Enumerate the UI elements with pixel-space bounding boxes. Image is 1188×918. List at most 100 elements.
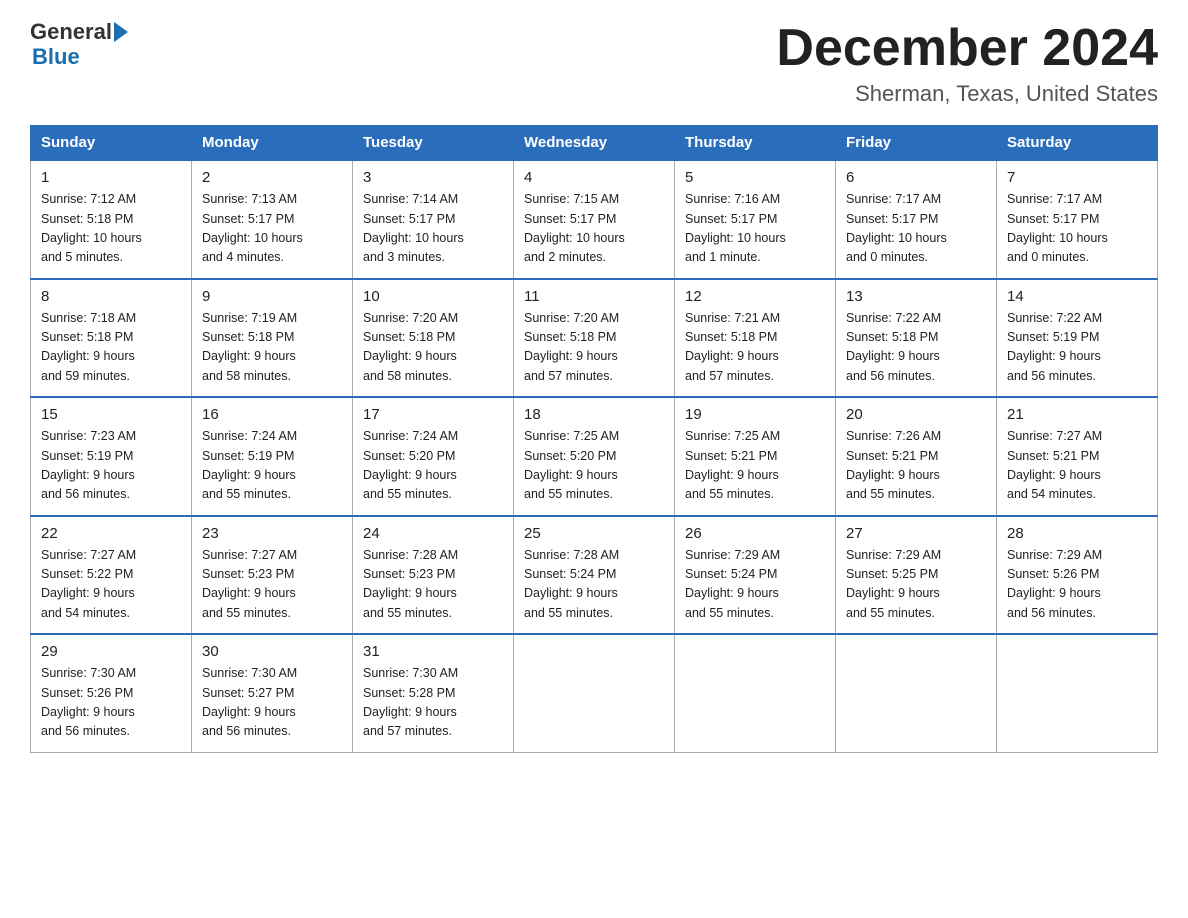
day-number: 12 bbox=[685, 288, 825, 305]
day-number: 31 bbox=[363, 643, 503, 660]
calendar-cell bbox=[514, 634, 675, 752]
day-info: Sunrise: 7:12 AM Sunset: 5:18 PM Dayligh… bbox=[41, 190, 181, 268]
calendar-cell: 17 Sunrise: 7:24 AM Sunset: 5:20 PM Dayli… bbox=[353, 397, 514, 516]
day-number: 11 bbox=[524, 288, 664, 305]
day-number: 16 bbox=[202, 406, 342, 423]
day-info: Sunrise: 7:23 AM Sunset: 5:19 PM Dayligh… bbox=[41, 427, 181, 505]
calendar-cell: 7Sunrise: 7:17 AM Sunset: 5:17 PM Daylig… bbox=[997, 160, 1158, 279]
calendar-cell: 19 Sunrise: 7:25 AM Sunset: 5:21 PM Dayli… bbox=[675, 397, 836, 516]
month-title: December 2024 bbox=[776, 20, 1158, 77]
calendar-cell: 31 Sunrise: 7:30 AM Sunset: 5:28 PM Dayli… bbox=[353, 634, 514, 752]
weekday-header-tuesday: Tuesday bbox=[353, 126, 514, 161]
day-info: Sunrise: 7:19 AM Sunset: 5:18 PM Dayligh… bbox=[202, 309, 342, 387]
day-number: 17 bbox=[363, 406, 503, 423]
day-number: 29 bbox=[41, 643, 181, 660]
weekday-header-saturday: Saturday bbox=[997, 126, 1158, 161]
day-number: 26 bbox=[685, 525, 825, 542]
calendar-cell: 26 Sunrise: 7:29 AM Sunset: 5:24 PM Dayli… bbox=[675, 516, 836, 635]
calendar-cell: 16Sunrise: 7:24 AM Sunset: 5:19 PM Dayli… bbox=[192, 397, 353, 516]
calendar-cell: 5Sunrise: 7:16 AM Sunset: 5:17 PM Daylig… bbox=[675, 160, 836, 279]
day-info: Sunrise: 7:25 AM Sunset: 5:20 PM Dayligh… bbox=[524, 427, 664, 505]
day-number: 5 bbox=[685, 169, 825, 186]
calendar-cell: 1 Sunrise: 7:12 AM Sunset: 5:18 PM Daylig… bbox=[31, 160, 192, 279]
day-number: 15 bbox=[41, 406, 181, 423]
weekday-header-monday: Monday bbox=[192, 126, 353, 161]
calendar-cell: 3Sunrise: 7:14 AM Sunset: 5:17 PM Daylig… bbox=[353, 160, 514, 279]
day-number: 13 bbox=[846, 288, 986, 305]
calendar-cell: 25 Sunrise: 7:28 AM Sunset: 5:24 PM Dayli… bbox=[514, 516, 675, 635]
day-info: Sunrise: 7:20 AM Sunset: 5:18 PM Dayligh… bbox=[524, 309, 664, 387]
calendar-cell: 30Sunrise: 7:30 AM Sunset: 5:27 PM Dayli… bbox=[192, 634, 353, 752]
page-header: General Blue December 2024 Sherman, Texa… bbox=[30, 20, 1158, 107]
day-number: 10 bbox=[363, 288, 503, 305]
day-info: Sunrise: 7:24 AM Sunset: 5:20 PM Dayligh… bbox=[363, 427, 503, 505]
calendar-week-row: 8 Sunrise: 7:18 AM Sunset: 5:18 PM Daylig… bbox=[31, 279, 1158, 398]
day-number: 21 bbox=[1007, 406, 1147, 423]
day-info: Sunrise: 7:22 AM Sunset: 5:18 PM Dayligh… bbox=[846, 309, 986, 387]
calendar-cell: 10 Sunrise: 7:20 AM Sunset: 5:18 PM Dayli… bbox=[353, 279, 514, 398]
day-number: 30 bbox=[202, 643, 342, 660]
weekday-header-sunday: Sunday bbox=[31, 126, 192, 161]
calendar-week-row: 29Sunrise: 7:30 AM Sunset: 5:26 PM Dayli… bbox=[31, 634, 1158, 752]
day-number: 28 bbox=[1007, 525, 1147, 542]
calendar-cell: 23Sunrise: 7:27 AM Sunset: 5:23 PM Dayli… bbox=[192, 516, 353, 635]
calendar-cell: 6Sunrise: 7:17 AM Sunset: 5:17 PM Daylig… bbox=[836, 160, 997, 279]
logo-arrow-icon bbox=[114, 22, 128, 42]
day-info: Sunrise: 7:28 AM Sunset: 5:24 PM Dayligh… bbox=[524, 546, 664, 624]
calendar-cell: 15 Sunrise: 7:23 AM Sunset: 5:19 PM Dayli… bbox=[31, 397, 192, 516]
calendar-cell: 8 Sunrise: 7:18 AM Sunset: 5:18 PM Daylig… bbox=[31, 279, 192, 398]
day-info: Sunrise: 7:29 AM Sunset: 5:25 PM Dayligh… bbox=[846, 546, 986, 624]
weekday-header-row: SundayMondayTuesdayWednesdayThursdayFrid… bbox=[31, 126, 1158, 161]
day-number: 18 bbox=[524, 406, 664, 423]
day-info: Sunrise: 7:22 AM Sunset: 5:19 PM Dayligh… bbox=[1007, 309, 1147, 387]
day-info: Sunrise: 7:15 AM Sunset: 5:17 PM Dayligh… bbox=[524, 190, 664, 268]
calendar-cell: 9 Sunrise: 7:19 AM Sunset: 5:18 PM Daylig… bbox=[192, 279, 353, 398]
day-number: 27 bbox=[846, 525, 986, 542]
weekday-header-wednesday: Wednesday bbox=[514, 126, 675, 161]
day-number: 19 bbox=[685, 406, 825, 423]
day-number: 9 bbox=[202, 288, 342, 305]
calendar-cell: 4 Sunrise: 7:15 AM Sunset: 5:17 PM Daylig… bbox=[514, 160, 675, 279]
calendar-cell: 12 Sunrise: 7:21 AM Sunset: 5:18 PM Dayli… bbox=[675, 279, 836, 398]
day-info: Sunrise: 7:25 AM Sunset: 5:21 PM Dayligh… bbox=[685, 427, 825, 505]
day-info: Sunrise: 7:14 AM Sunset: 5:17 PM Dayligh… bbox=[363, 190, 503, 268]
day-info: Sunrise: 7:21 AM Sunset: 5:18 PM Dayligh… bbox=[685, 309, 825, 387]
calendar-cell: 20Sunrise: 7:26 AM Sunset: 5:21 PM Dayli… bbox=[836, 397, 997, 516]
day-info: Sunrise: 7:29 AM Sunset: 5:26 PM Dayligh… bbox=[1007, 546, 1147, 624]
weekday-header-thursday: Thursday bbox=[675, 126, 836, 161]
day-info: Sunrise: 7:27 AM Sunset: 5:21 PM Dayligh… bbox=[1007, 427, 1147, 505]
day-info: Sunrise: 7:27 AM Sunset: 5:22 PM Dayligh… bbox=[41, 546, 181, 624]
calendar-week-row: 1 Sunrise: 7:12 AM Sunset: 5:18 PM Daylig… bbox=[31, 160, 1158, 279]
logo: General Blue bbox=[30, 20, 128, 70]
calendar-week-row: 15 Sunrise: 7:23 AM Sunset: 5:19 PM Dayli… bbox=[31, 397, 1158, 516]
calendar-cell: 27 Sunrise: 7:29 AM Sunset: 5:25 PM Dayli… bbox=[836, 516, 997, 635]
calendar-cell: 11 Sunrise: 7:20 AM Sunset: 5:18 PM Dayli… bbox=[514, 279, 675, 398]
location-title: Sherman, Texas, United States bbox=[776, 81, 1158, 107]
day-info: Sunrise: 7:17 AM Sunset: 5:17 PM Dayligh… bbox=[846, 190, 986, 268]
day-info: Sunrise: 7:20 AM Sunset: 5:18 PM Dayligh… bbox=[363, 309, 503, 387]
calendar-cell: 13 Sunrise: 7:22 AM Sunset: 5:18 PM Dayli… bbox=[836, 279, 997, 398]
calendar-cell: 18 Sunrise: 7:25 AM Sunset: 5:20 PM Dayli… bbox=[514, 397, 675, 516]
calendar-cell: 28 Sunrise: 7:29 AM Sunset: 5:26 PM Dayli… bbox=[997, 516, 1158, 635]
calendar-cell: 22 Sunrise: 7:27 AM Sunset: 5:22 PM Dayli… bbox=[31, 516, 192, 635]
day-number: 1 bbox=[41, 169, 181, 186]
logo-blue: Blue bbox=[32, 44, 80, 70]
day-info: Sunrise: 7:29 AM Sunset: 5:24 PM Dayligh… bbox=[685, 546, 825, 624]
day-number: 14 bbox=[1007, 288, 1147, 305]
day-number: 25 bbox=[524, 525, 664, 542]
calendar-cell: 14 Sunrise: 7:22 AM Sunset: 5:19 PM Dayli… bbox=[997, 279, 1158, 398]
day-number: 4 bbox=[524, 169, 664, 186]
calendar-cell bbox=[836, 634, 997, 752]
title-block: December 2024 Sherman, Texas, United Sta… bbox=[776, 20, 1158, 107]
day-number: 24 bbox=[363, 525, 503, 542]
day-info: Sunrise: 7:30 AM Sunset: 5:28 PM Dayligh… bbox=[363, 664, 503, 742]
calendar-cell bbox=[997, 634, 1158, 752]
day-number: 23 bbox=[202, 525, 342, 542]
day-info: Sunrise: 7:13 AM Sunset: 5:17 PM Dayligh… bbox=[202, 190, 342, 268]
calendar-table: SundayMondayTuesdayWednesdayThursdayFrid… bbox=[30, 125, 1158, 753]
day-info: Sunrise: 7:17 AM Sunset: 5:17 PM Dayligh… bbox=[1007, 190, 1147, 268]
day-info: Sunrise: 7:18 AM Sunset: 5:18 PM Dayligh… bbox=[41, 309, 181, 387]
day-number: 8 bbox=[41, 288, 181, 305]
day-number: 22 bbox=[41, 525, 181, 542]
calendar-cell: 21 Sunrise: 7:27 AM Sunset: 5:21 PM Dayli… bbox=[997, 397, 1158, 516]
